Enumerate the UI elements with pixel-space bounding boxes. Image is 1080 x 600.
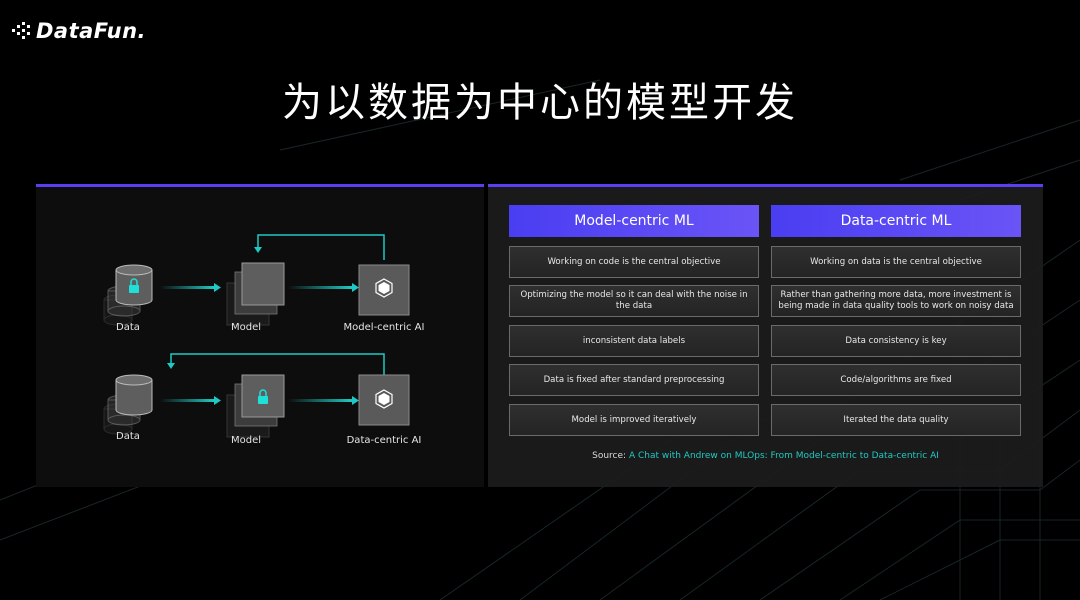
table-cell: Code/algorithms are fixed bbox=[771, 364, 1021, 396]
arrow-head bbox=[352, 283, 359, 292]
table-cell: Working on data is the central objective bbox=[771, 246, 1021, 278]
node-label-model-centric-ai: Model-centric AI bbox=[343, 322, 425, 333]
feedback-loop-arrow bbox=[257, 234, 385, 260]
arrow-head bbox=[167, 363, 175, 369]
logo-text: DataFun. bbox=[36, 19, 147, 43]
diagram-panel: Data Model Model-centric AI Data Model D… bbox=[36, 184, 484, 487]
node-label-model: Model bbox=[230, 435, 262, 446]
table-cell: Data consistency is key bbox=[771, 325, 1021, 357]
header-data-centric: Data-centric ML bbox=[771, 205, 1021, 237]
model-centric-model-node bbox=[226, 262, 285, 326]
model-centric-data-node bbox=[103, 264, 153, 326]
table-cell: Working on code is the central objective bbox=[509, 246, 759, 278]
data-centric-model-node bbox=[226, 374, 285, 438]
page-title: 为以数据为中心的模型开发 bbox=[282, 80, 798, 126]
source-label: Source: bbox=[592, 451, 627, 461]
header-model-centric: Model-centric ML bbox=[509, 205, 759, 237]
node-label-data: Data bbox=[116, 431, 140, 442]
arrow-head bbox=[352, 396, 359, 405]
arrow-data-to-model bbox=[160, 399, 214, 402]
table-cell: Rather than gathering more data, more in… bbox=[771, 285, 1021, 317]
table-cell: Optimizing the model so it can deal with… bbox=[509, 285, 759, 317]
table-cell: Data is fixed after standard preprocessi… bbox=[509, 364, 759, 396]
arrow-model-to-ai bbox=[288, 399, 352, 402]
arrow-head bbox=[254, 247, 262, 253]
arrow-head bbox=[214, 396, 221, 405]
datafun-logo: DataFun. bbox=[12, 16, 146, 46]
node-label-data: Data bbox=[116, 322, 140, 333]
table-cell: Model is improved iteratively bbox=[509, 404, 759, 436]
node-label-data-centric-ai: Data-centric AI bbox=[346, 435, 422, 446]
table-cell: Iterated the data quality bbox=[771, 404, 1021, 436]
node-label-model: Model bbox=[230, 322, 262, 333]
comparison-panel: Model-centric ML Data-centric ML Working… bbox=[488, 184, 1043, 487]
logo-dots-icon bbox=[12, 22, 32, 40]
data-centric-ai-node bbox=[358, 374, 410, 426]
table-cell: inconsistent data labels bbox=[509, 325, 759, 357]
model-centric-ai-node bbox=[358, 264, 410, 316]
data-centric-data-node bbox=[103, 374, 153, 435]
arrow-head bbox=[214, 283, 221, 292]
source-link[interactable]: A Chat with Andrew on MLOps: From Model-… bbox=[629, 451, 939, 461]
source-citation: Source: A Chat with Andrew on MLOps: Fro… bbox=[488, 451, 1043, 461]
arrow-data-to-model bbox=[160, 286, 214, 289]
arrow-model-to-ai bbox=[288, 286, 352, 289]
